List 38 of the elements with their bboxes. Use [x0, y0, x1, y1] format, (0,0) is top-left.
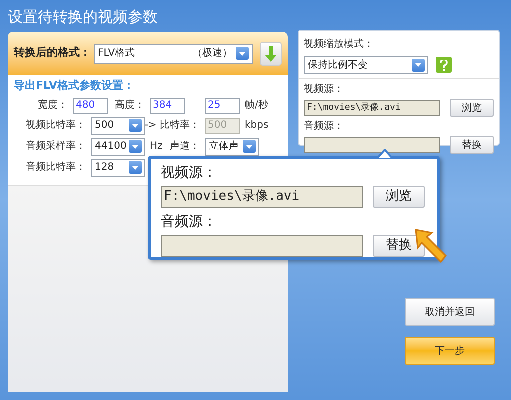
dropdown[interactable]: 128 — [91, 158, 145, 176]
source-label: 音频源： — [304, 120, 345, 134]
scale-dropdown[interactable]: 保持比例不变 — [304, 56, 428, 74]
field-label: 高度： — [114, 98, 145, 113]
unit-label: 帧/秒 — [245, 98, 268, 113]
source-button[interactable]: 替换 — [450, 136, 494, 154]
dropdown[interactable]: 立体声 — [204, 138, 259, 156]
unit-label: kbps — [245, 119, 269, 133]
format-dropdown[interactable]: FLV格式 （极速） — [94, 44, 254, 64]
path-field[interactable] — [161, 235, 363, 257]
input-field[interactable]: 25 — [205, 98, 240, 114]
source-label: 视频源： — [161, 164, 218, 183]
help-icon[interactable] — [436, 57, 452, 73]
scale-label: 视频缩放模式： — [304, 38, 375, 52]
cancel-button[interactable]: 取消并返回 — [405, 298, 495, 326]
next-button[interactable]: 下一步 — [405, 337, 495, 365]
input-field[interactable]: 480 — [73, 98, 108, 114]
unit-label: Hz — [150, 140, 163, 154]
source-button[interactable]: 浏览 — [373, 186, 425, 208]
field-label: 音频采样率： — [25, 140, 86, 154]
input-field[interactable]: 384 — [150, 98, 185, 114]
field-label: 视频比特率： — [25, 118, 86, 133]
field-label: 音频比特率： — [25, 160, 86, 175]
field-label: 宽度： — [37, 98, 68, 113]
format-label: 转换后的格式： — [14, 45, 91, 62]
field-label: 声道： — [168, 140, 200, 154]
path-field[interactable] — [304, 137, 440, 153]
path-field[interactable]: F:\movies\录像.avi — [161, 186, 363, 208]
section-title: 导出FLV格式参数设置： — [14, 78, 136, 94]
window-title: 设置待转换的视频参数 — [8, 7, 158, 28]
field-label: -> 比特率： — [144, 118, 200, 133]
source-button[interactable]: 浏览 — [450, 99, 494, 117]
dropdown[interactable]: 500 — [91, 116, 145, 134]
source-label: 视频源： — [304, 82, 345, 97]
source-label: 音频源： — [161, 213, 218, 232]
dropdown[interactable]: 44100 — [91, 138, 145, 156]
path-field[interactable]: F:\movies\录像.avi — [304, 100, 440, 116]
arrow-cursor-icon — [414, 228, 448, 264]
